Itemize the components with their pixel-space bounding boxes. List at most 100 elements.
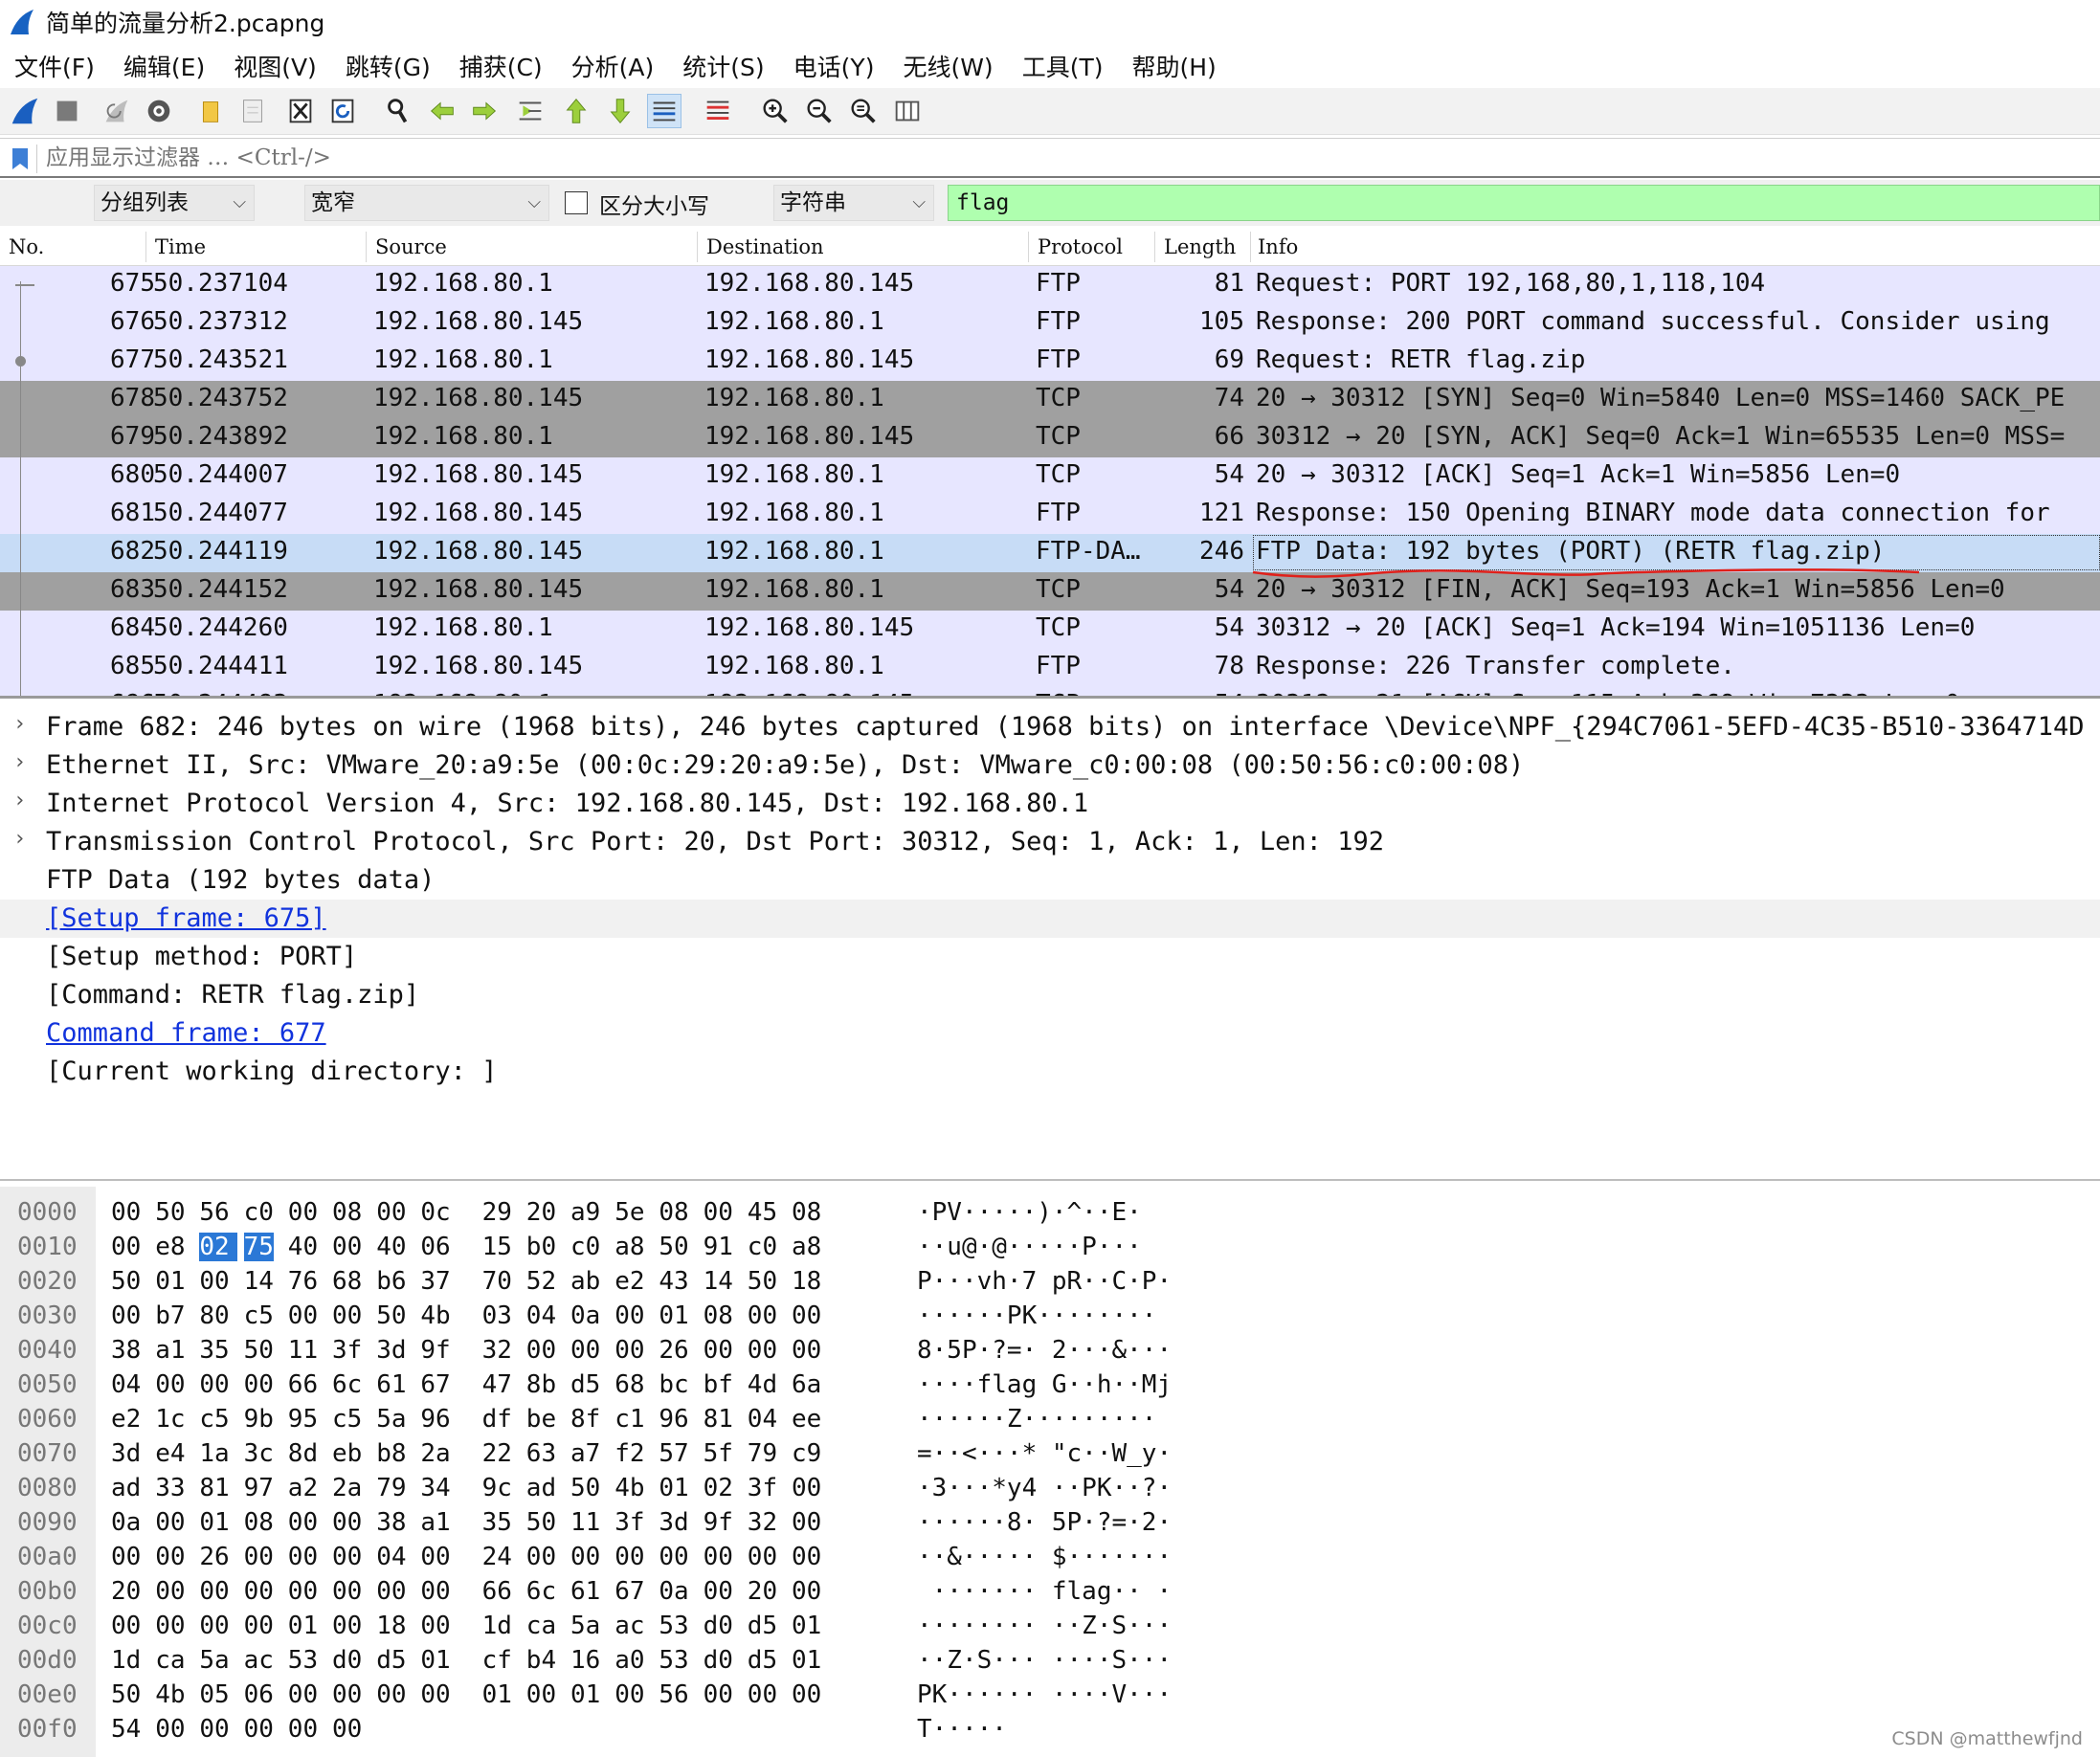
table-row[interactable]: 680 50.244007 192.168.80.145 192.168.80.1 TC… <box>0 457 2100 496</box>
hex-byte[interactable]: 66 <box>288 1370 318 1399</box>
packet-details-pane[interactable]: › Frame 682: 246 bytes on wire (1968 bits… <box>0 701 2100 1181</box>
hex-byte[interactable]: 00 <box>792 1474 821 1502</box>
col-header-length[interactable]: Length <box>1164 235 1236 258</box>
ascii-text[interactable]: ······Z········· <box>917 1405 1156 1434</box>
hex-byte[interactable]: 01 <box>792 1612 821 1640</box>
ascii-text[interactable]: ·3···*y4 ··PK··?· <box>917 1474 1172 1502</box>
hex-byte[interactable]: 50 <box>748 1267 777 1296</box>
hex-byte[interactable]: 9b <box>244 1405 274 1434</box>
find-string-input[interactable] <box>948 185 2100 221</box>
hex-byte[interactable]: a2 <box>288 1474 318 1502</box>
column-divider[interactable] <box>697 232 698 262</box>
go-back-button[interactable] <box>425 94 459 128</box>
find-packet-button[interactable] <box>381 94 415 128</box>
hex-byte[interactable]: 00 <box>155 1612 185 1640</box>
ascii-text[interactable]: ······8· 5P·?=·2· <box>917 1508 1172 1537</box>
table-row[interactable]: 685 50.244411 192.168.80.145 192.168.80.1 FT… <box>0 649 2100 687</box>
hex-byte[interactable]: 01 <box>659 1474 688 1502</box>
hex-byte[interactable]: 00 <box>614 1543 644 1571</box>
hex-byte[interactable]: 00 <box>376 1198 406 1227</box>
go-last-button[interactable] <box>603 94 637 128</box>
col-header-protocol[interactable]: Protocol <box>1038 235 1123 258</box>
hex-byte[interactable]: 00 <box>420 1612 450 1640</box>
hex-byte[interactable]: 00 <box>155 1577 185 1606</box>
hex-byte[interactable]: 50 <box>376 1301 406 1330</box>
hex-byte[interactable]: 50 <box>570 1474 600 1502</box>
hex-byte[interactable]: 50 <box>659 1233 688 1261</box>
hex-byte[interactable]: 00 <box>244 1577 274 1606</box>
col-header-no[interactable]: No. <box>9 235 44 258</box>
search-type-select[interactable]: 字符串 ⌵ <box>773 185 934 221</box>
hex-byte[interactable]: d0 <box>332 1646 362 1675</box>
hex-byte[interactable]: 04 <box>111 1370 141 1399</box>
menu-item[interactable]: 工具(T) <box>1008 49 1118 83</box>
case-sensitive-checkbox[interactable] <box>565 191 588 214</box>
hex-byte[interactable]: 00 <box>288 1543 318 1571</box>
hex-byte[interactable]: 00 <box>526 1680 556 1709</box>
hex-byte[interactable]: bf <box>704 1370 733 1399</box>
detail-link[interactable]: Command frame: 677 <box>46 1018 326 1048</box>
hex-byte[interactable]: 53 <box>288 1646 318 1675</box>
bookmark-icon[interactable] <box>10 146 31 171</box>
hex-byte[interactable]: 26 <box>659 1336 688 1365</box>
hex-byte[interactable]: be <box>526 1405 556 1434</box>
hex-byte[interactable]: 75 <box>243 1233 274 1261</box>
packet-list[interactable]: No. Time Source Destination Protocol Len… <box>0 228 2100 699</box>
hex-byte[interactable]: 00 <box>111 1198 141 1227</box>
hex-byte[interactable]: 00 <box>199 1715 229 1744</box>
hex-byte[interactable]: 04 <box>748 1405 777 1434</box>
hex-byte[interactable]: 04 <box>526 1301 556 1330</box>
hex-byte[interactable]: 66 <box>482 1577 512 1606</box>
hex-byte[interactable]: 02 <box>199 1233 237 1261</box>
hex-byte[interactable]: 01 <box>288 1612 318 1640</box>
hex-byte[interactable]: 00 <box>376 1577 406 1606</box>
capture-options-button[interactable] <box>142 94 176 128</box>
zoom-normal-button[interactable] <box>846 94 881 128</box>
hex-byte[interactable]: 11 <box>288 1336 318 1365</box>
hex-byte[interactable]: b7 <box>155 1301 185 1330</box>
hex-byte[interactable]: 11 <box>570 1508 600 1537</box>
menu-item[interactable]: 视图(V) <box>219 49 331 83</box>
hex-byte[interactable]: 56 <box>659 1680 688 1709</box>
ascii-text[interactable]: 8·5P·?=· 2···&··· <box>917 1336 1172 1365</box>
hex-byte[interactable]: 01 <box>659 1301 688 1330</box>
hex-byte[interactable]: 00 <box>244 1543 274 1571</box>
detail-row[interactable]: [Current working directory: ] <box>0 1053 2100 1091</box>
hex-byte[interactable]: 53 <box>659 1612 688 1640</box>
hex-byte[interactable]: 00 <box>199 1612 229 1640</box>
hex-byte[interactable]: 91 <box>704 1233 733 1261</box>
hex-byte[interactable]: 32 <box>482 1336 512 1365</box>
hex-byte[interactable]: d0 <box>704 1612 733 1640</box>
hex-byte[interactable]: 00 <box>748 1301 777 1330</box>
detail-row[interactable]: › Frame 682: 246 bytes on wire (1968 bits… <box>0 708 2100 746</box>
hex-byte[interactable]: 81 <box>704 1405 733 1434</box>
hex-byte[interactable]: 53 <box>659 1646 688 1675</box>
hex-byte[interactable]: 00 <box>288 1577 318 1606</box>
detail-row[interactable]: [Setup frame: 675] <box>0 900 2100 938</box>
col-header-info[interactable]: Info <box>1258 235 1298 258</box>
hex-byte[interactable]: 00 <box>332 1508 362 1537</box>
hex-byte[interactable]: 08 <box>659 1198 688 1227</box>
hex-byte[interactable]: 6c <box>332 1370 362 1399</box>
hex-byte[interactable]: 47 <box>482 1370 512 1399</box>
hex-byte[interactable]: b0 <box>526 1233 556 1261</box>
hex-byte[interactable]: 01 <box>155 1267 185 1296</box>
hex-byte[interactable]: 00 <box>155 1370 185 1399</box>
hex-byte[interactable]: df <box>482 1405 512 1434</box>
hex-byte[interactable]: 32 <box>748 1508 777 1537</box>
hex-byte[interactable]: 9f <box>420 1336 450 1365</box>
hex-byte[interactable]: 00 <box>704 1543 733 1571</box>
resize-columns-button[interactable] <box>890 94 925 128</box>
hex-byte[interactable]: a1 <box>420 1508 450 1537</box>
hex-byte[interactable]: 18 <box>792 1267 821 1296</box>
hex-byte[interactable]: 68 <box>332 1267 362 1296</box>
shark-fin-start-button[interactable] <box>8 94 42 128</box>
hex-byte[interactable]: 00 <box>332 1301 362 1330</box>
ascii-text[interactable]: ········ ··Z·S··· <box>917 1612 1172 1640</box>
hex-byte[interactable]: 81 <box>199 1474 229 1502</box>
hex-byte[interactable]: 63 <box>526 1439 556 1468</box>
hex-byte[interactable]: 97 <box>244 1474 274 1502</box>
hex-byte[interactable]: 00 <box>332 1680 362 1709</box>
close-file-button[interactable] <box>283 94 318 128</box>
table-row[interactable]: 676 50.237312 192.168.80.145 192.168.80.1 FT… <box>0 304 2100 343</box>
